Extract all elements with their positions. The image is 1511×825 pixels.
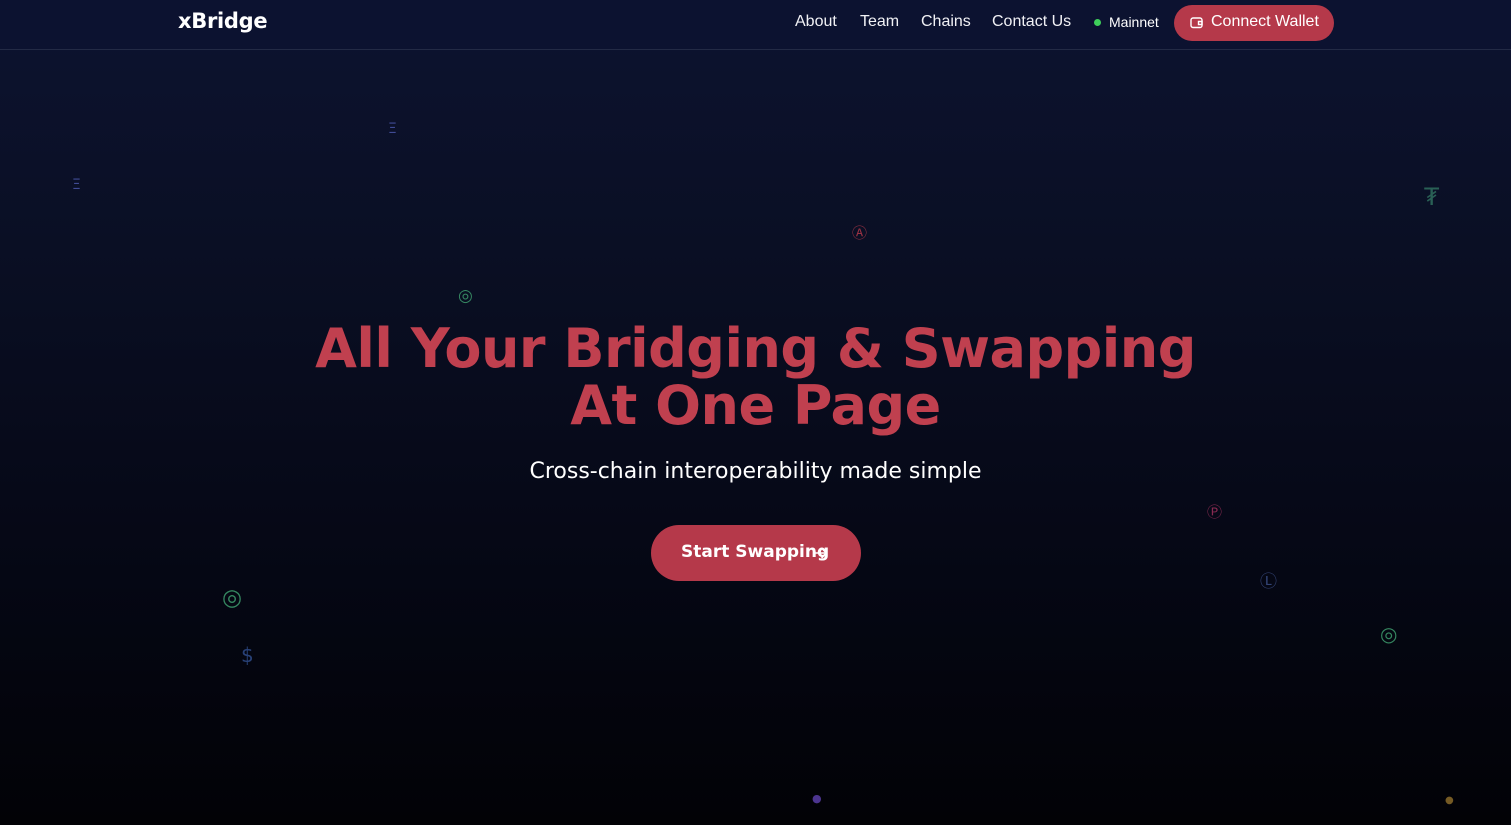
hero-title-line-2: At One Page xyxy=(570,374,941,437)
hero-title: All Your Bridging & Swapping At One Page xyxy=(0,320,1511,434)
token-icon: ● xyxy=(812,792,822,805)
navbar: xBridge About Team Chains Contact Us Mai… xyxy=(0,0,1511,50)
nav-link-about[interactable]: About xyxy=(795,13,837,31)
status-dot-icon xyxy=(1094,19,1101,26)
nav-link-contact-us[interactable]: Contact Us xyxy=(992,13,1071,31)
connect-wallet-button[interactable]: Connect Wallet xyxy=(1174,5,1334,41)
optimism-icon: ◎ xyxy=(222,585,243,611)
polygon-icon: Ⓟ xyxy=(1207,503,1223,521)
arrow-right-icon xyxy=(814,545,828,565)
optimism-icon: ◎ xyxy=(1380,622,1398,646)
arbitrum-icon: Ⓐ xyxy=(852,224,868,242)
token-icon: ● xyxy=(1445,795,1454,806)
nav-link-team[interactable]: Team xyxy=(860,13,899,31)
litecoin-icon: Ⓛ xyxy=(1260,572,1277,592)
hero-subtitle: Cross-chain interoperability made simple xyxy=(529,459,982,484)
tether-icon: ₮ xyxy=(1424,183,1440,211)
dollar-icon: $ xyxy=(241,643,254,667)
ethereum-icon: Ξ xyxy=(72,177,81,193)
ethereum-icon: Ξ xyxy=(388,121,397,137)
nav-link-chains[interactable]: Chains xyxy=(921,13,971,31)
connect-wallet-label: Connect Wallet xyxy=(1211,13,1319,30)
brand-logo[interactable]: xBridge xyxy=(178,9,268,33)
hero-title-line-1: All Your Bridging & Swapping xyxy=(315,317,1196,380)
optimism-icon: ◎ xyxy=(458,286,473,306)
start-swapping-label: Start Swapping xyxy=(681,542,830,562)
start-swapping-button[interactable]: Start Swapping xyxy=(651,525,861,581)
network-status-label: Mainnet xyxy=(1109,14,1159,30)
wallet-icon xyxy=(1190,16,1203,34)
